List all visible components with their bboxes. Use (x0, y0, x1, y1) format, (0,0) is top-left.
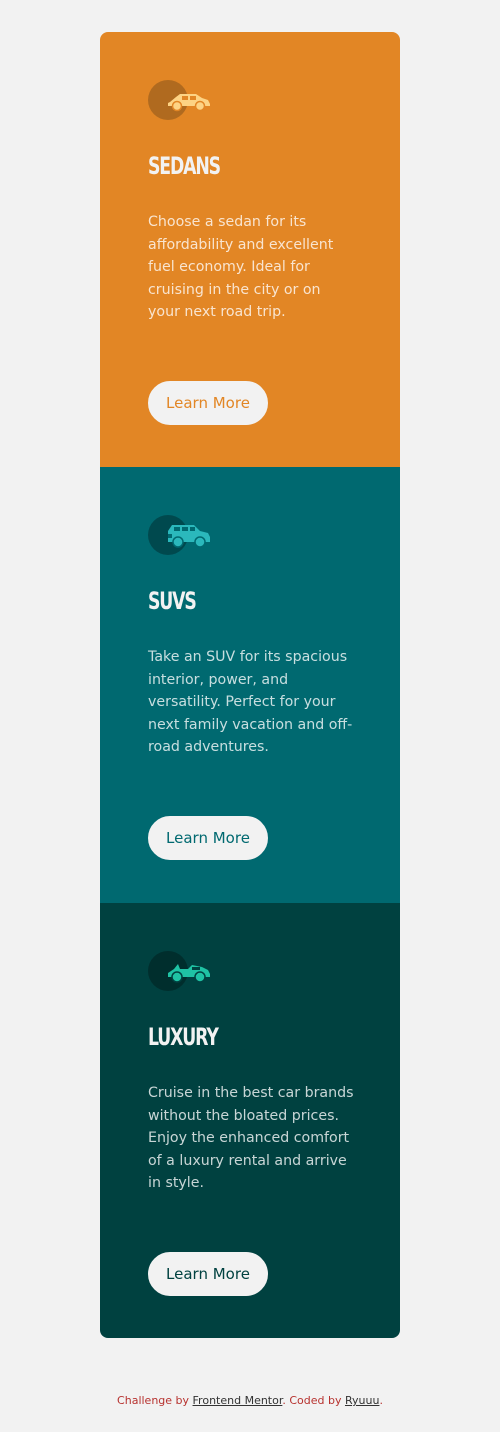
learn-more-button[interactable]: Learn More (148, 381, 268, 425)
sedan-svg (168, 94, 210, 112)
sedan-car-icon (148, 80, 212, 120)
luxury-car-icon (148, 951, 212, 991)
suv-svg (168, 525, 210, 548)
card-title: SUVs (148, 587, 197, 615)
attribution-suffix: . (379, 1394, 383, 1407)
frontend-mentor-link[interactable]: Frontend Mentor (193, 1394, 283, 1407)
luxury-svg (168, 964, 210, 983)
attribution-prefix: Challenge by (117, 1394, 193, 1407)
attribution-middle: . Coded by (282, 1394, 345, 1407)
card-sedans: Sedans Choose a sedan for its affordabil… (100, 32, 400, 467)
author-link[interactable]: Ryuuu (345, 1394, 379, 1407)
card-description: Take an SUV for its spacious interior, p… (148, 649, 353, 756)
card-luxury: Luxury Cruise in the best car brands wit… (100, 903, 400, 1338)
card-title: Luxury (148, 1023, 219, 1051)
attribution: Challenge by Frontend Mentor. Coded by R… (0, 1394, 500, 1407)
learn-more-button[interactable]: Learn More (148, 1252, 268, 1296)
cards-container: Sedans Choose a sedan for its affordabil… (100, 32, 400, 1338)
card-suvs: SUVs Take an SUV for its spacious interi… (100, 467, 400, 903)
card-title: Sedans (148, 152, 221, 180)
card-description: Choose a sedan for its affordability and… (148, 214, 334, 321)
learn-more-button[interactable]: Learn More (148, 816, 268, 860)
suv-car-icon (148, 515, 212, 555)
card-description: Cruise in the best car brands without th… (148, 1085, 354, 1192)
